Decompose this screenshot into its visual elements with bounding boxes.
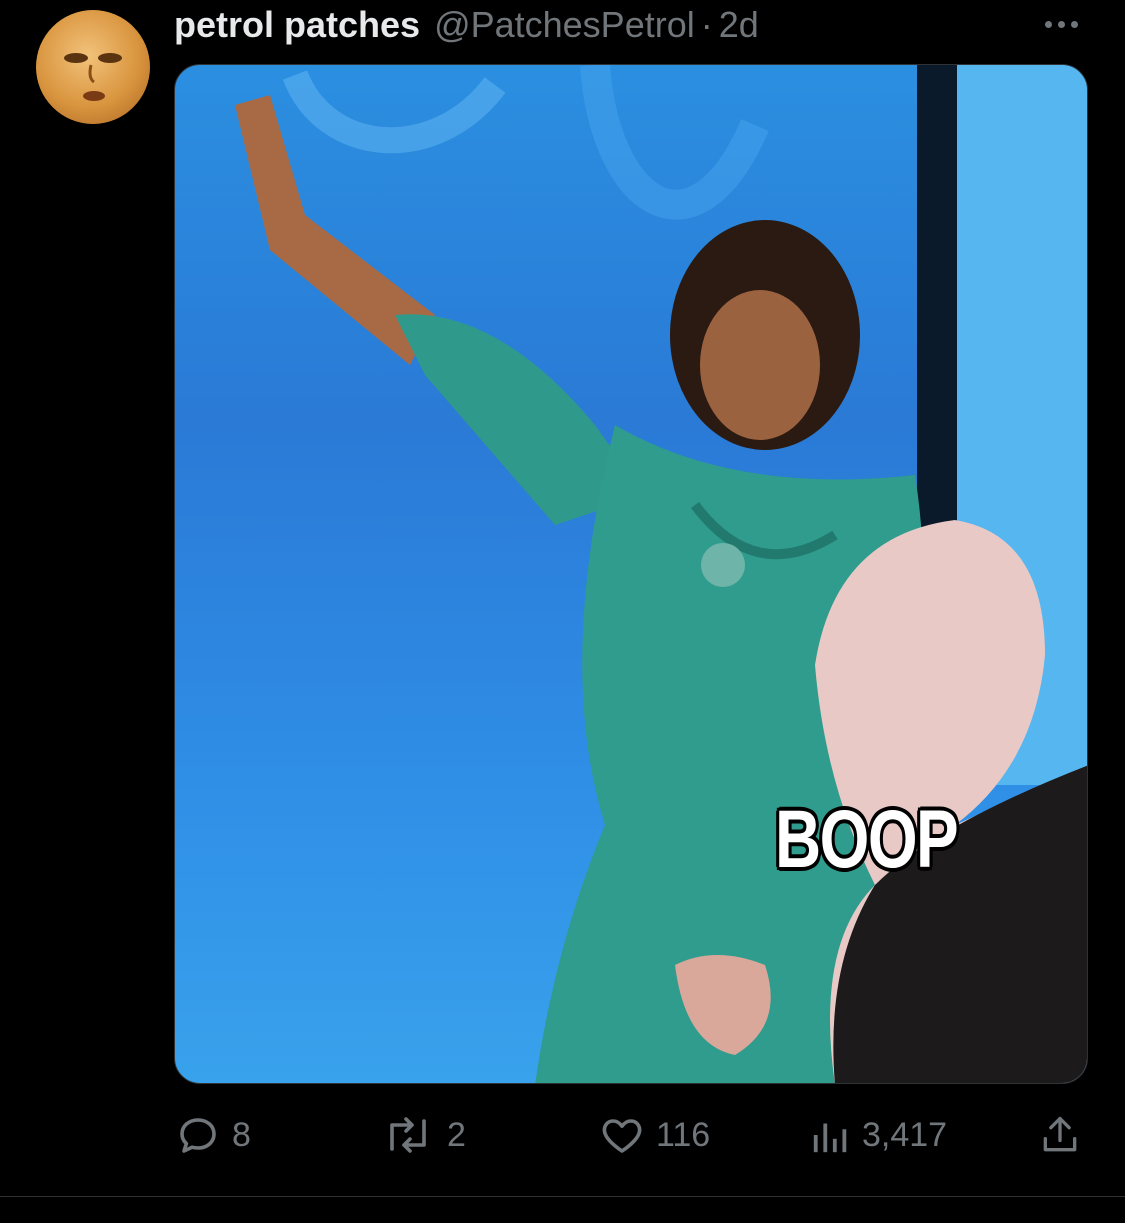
more-icon-dot (1057, 20, 1065, 28)
tweet-timestamp[interactable]: 2d (719, 4, 759, 46)
share-icon (1043, 1116, 1077, 1152)
views-count: 3,417 (862, 1115, 948, 1154)
like-icon (602, 1119, 642, 1153)
more-icon-dot (1070, 20, 1078, 28)
more-icon (1044, 20, 1052, 28)
author-avatar[interactable] (36, 10, 150, 124)
like-button[interactable]: 116 (598, 1108, 710, 1162)
author-handle[interactable]: @PatchesPetrol (434, 4, 695, 46)
author-name[interactable]: petrol patches (174, 4, 420, 46)
views-button[interactable]: 3,417 (810, 1108, 947, 1162)
more-options-button[interactable] (1036, 14, 1086, 34)
repost-button[interactable]: 2 (379, 1108, 466, 1162)
tweet-media-image[interactable]: BOOP (174, 64, 1088, 1084)
tweet-header: petrol patches @PatchesPetrol · 2d (174, 4, 759, 48)
tweet-actions-bar: 8 2 116 3,417 (174, 1108, 1088, 1162)
separator-dot: · (700, 4, 713, 45)
repost-icon (390, 1117, 426, 1153)
media-illustration (235, 65, 1087, 1083)
like-count: 116 (656, 1115, 711, 1154)
tweet-divider (0, 1196, 1125, 1197)
views-icon (813, 1123, 847, 1153)
share-button[interactable] (1038, 1108, 1082, 1162)
reply-icon (180, 1118, 216, 1153)
media-caption-text: BOOP (775, 794, 959, 885)
reply-count: 8 (232, 1115, 251, 1154)
repost-count: 2 (447, 1115, 466, 1154)
reply-button[interactable]: 8 (174, 1108, 251, 1162)
